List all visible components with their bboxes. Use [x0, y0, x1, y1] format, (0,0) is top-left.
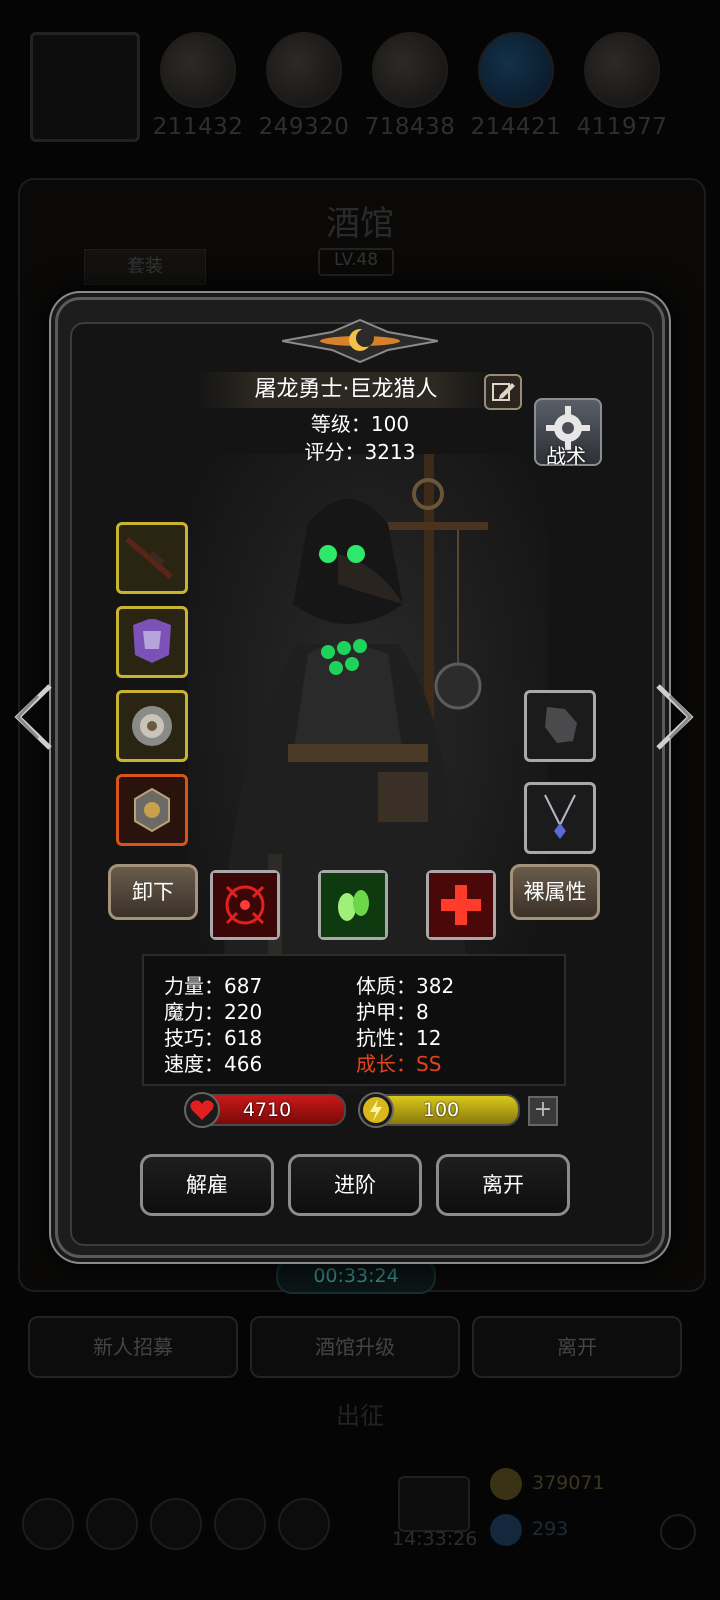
stat-growth: 成长：SS [356, 1052, 442, 1076]
stat-constitution: 体质：382 [356, 974, 455, 998]
hero-name: 屠龙勇士·巨龙猎人 [196, 372, 496, 408]
resource-crystal-icon [478, 32, 554, 108]
tavern-leave-button[interactable]: 离开 [472, 1316, 682, 1378]
resource-feather-icon [584, 32, 660, 108]
dialog-emblem-icon [282, 318, 438, 364]
resource-crystal: 214421 [466, 28, 566, 148]
advance-button[interactable]: 进阶 [288, 1154, 422, 1216]
dismiss-button[interactable]: 解雇 [140, 1154, 274, 1216]
resource-value: 249320 [258, 114, 350, 140]
clock: 14:33:26 [392, 1528, 478, 1550]
resource-iron: 718438 [360, 28, 460, 148]
equip-slot-ring[interactable] [116, 690, 188, 762]
previous-hero-icon[interactable] [10, 682, 58, 752]
resource-wood: 211432 [148, 28, 248, 148]
bottom-nav-icon[interactable] [150, 1498, 202, 1550]
recruit-button[interactable]: 新人招募 [28, 1316, 238, 1378]
target-skill-icon [213, 873, 277, 937]
gold-value: 379071 [532, 1472, 605, 1494]
gem-value: 293 [532, 1518, 569, 1540]
add-energy-button[interactable]: + [528, 1096, 558, 1126]
necklace-icon [544, 794, 576, 839]
resource-value: 214421 [470, 114, 562, 140]
stat-resistance: 抗性：12 [356, 1026, 442, 1050]
stat-magic: 魔力：220 [164, 1000, 263, 1024]
gauntlet-icon [545, 707, 577, 743]
resource-gold-bar: 249320 [254, 28, 354, 148]
resource-gold-bar-icon [266, 32, 342, 108]
resource-value: 411977 [576, 114, 668, 140]
gem-icon [490, 1514, 522, 1546]
gift-icon[interactable] [398, 1476, 470, 1532]
red-cross-skill-icon [429, 873, 493, 937]
equip-slot-gloves[interactable] [524, 690, 596, 762]
amulet-gem-icon [134, 787, 170, 833]
bottom-nav-icon[interactable] [214, 1498, 266, 1550]
bottom-plus-icon[interactable] [660, 1514, 696, 1550]
resource-iron-icon [372, 32, 448, 108]
purple-armor-icon [133, 619, 171, 663]
equip-slot-armor[interactable] [116, 606, 188, 678]
rename-button[interactable] [484, 374, 522, 410]
player-avatar [30, 32, 140, 142]
hero-score: 评分：3213 [304, 440, 416, 464]
bottom-nav-icon[interactable] [278, 1498, 330, 1550]
upgrade-tavern-button[interactable]: 酒馆升级 [250, 1316, 460, 1378]
skill-slot-1[interactable] [210, 870, 280, 940]
tab-set[interactable]: 套装 [84, 249, 206, 285]
equip-slot-weapon[interactable] [116, 522, 188, 594]
bottom-nav-icon[interactable] [22, 1498, 74, 1550]
stat-armor: 护甲：8 [356, 1000, 429, 1024]
resource-value: 211432 [152, 114, 244, 140]
stat-skill: 技巧：618 [164, 1026, 263, 1050]
next-hero-icon[interactable] [650, 682, 698, 752]
leave-button[interactable]: 离开 [436, 1154, 570, 1216]
resource-feather: 411977 [572, 28, 672, 148]
skill-slot-3[interactable] [426, 870, 496, 940]
hero-level: 等级：100 [310, 412, 410, 436]
expedition-label: 出征 [336, 1402, 384, 1430]
refresh-timer: 00:33:24 [276, 1258, 436, 1294]
equip-slot-necklace[interactable] [524, 782, 596, 854]
base-attribute-button[interactable]: 裸属性 [510, 864, 600, 920]
lightning-icon [358, 1092, 394, 1128]
skill-slot-2[interactable] [318, 870, 388, 940]
unequip-button[interactable]: 卸下 [108, 864, 198, 920]
green-foot-skill-icon [321, 873, 385, 937]
tactics-label: 战术 [546, 444, 586, 468]
resource-wood-icon [160, 32, 236, 108]
heart-icon [184, 1092, 220, 1128]
tavern-title: 酒馆 [326, 204, 394, 244]
stat-strength: 力量：687 [164, 974, 263, 998]
edit-icon [492, 383, 515, 401]
resource-value: 718438 [364, 114, 456, 140]
stat-speed: 速度：466 [164, 1052, 263, 1076]
equip-slot-amulet[interactable] [116, 774, 188, 846]
rifle-weapon-icon [125, 537, 173, 579]
bottom-nav-icon[interactable] [86, 1498, 138, 1550]
silver-ring-icon [132, 706, 172, 746]
gold-coin-icon [490, 1468, 522, 1500]
tavern-level: LV.48 [318, 248, 394, 276]
